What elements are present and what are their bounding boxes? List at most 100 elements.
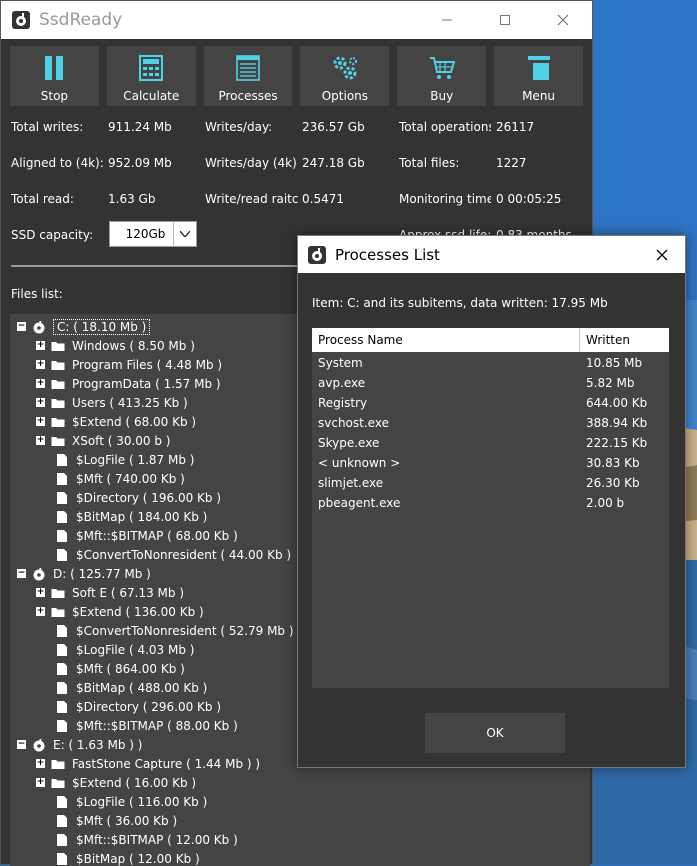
tree-node-label: $Mft::$BITMAP ( 68.00 Kb ) xyxy=(76,528,238,543)
maximize-button[interactable] xyxy=(476,1,534,39)
processes-table: Process Name Written System 10.85 Mb avp.e… xyxy=(312,328,669,688)
tree-node[interactable]: + $Extend ( 136.00 Kb ) xyxy=(36,602,204,621)
expand-icon[interactable]: + xyxy=(36,607,45,616)
expand-icon[interactable]: + xyxy=(36,417,45,426)
tree-node[interactable]: + Program Files ( 4.48 Mb ) xyxy=(36,355,222,374)
writes-day-4k-value: 247.18 Gb xyxy=(302,156,365,170)
total-read-label: Total read: xyxy=(11,192,74,206)
options-button[interactable]: Options xyxy=(300,46,390,106)
file-icon xyxy=(57,795,67,808)
tree-node[interactable]: + XSoft ( 30.00 b ) xyxy=(36,431,171,450)
tree-node[interactable]: − D: ( 125.77 Mb ) xyxy=(17,564,151,583)
tree-node-label: $Extend ( 136.00 Kb ) xyxy=(72,604,204,619)
tree-node[interactable]: $Mft::$BITMAP ( 68.00 Kb ) xyxy=(55,526,238,545)
tree-node[interactable]: − C: ( 18.10 Mb ) xyxy=(17,317,151,336)
column-process-name[interactable]: Process Name xyxy=(312,328,580,352)
tree-node[interactable]: + Users ( 413.25 Kb ) xyxy=(36,393,188,412)
table-row[interactable]: slimjet.exe 26.30 Kb xyxy=(312,473,669,493)
tree-node[interactable]: $BitMap ( 488.00 Kb ) xyxy=(55,678,207,697)
tree-node[interactable]: + $Extend ( 68.00 Kb ) xyxy=(36,412,196,431)
tree-node[interactable]: $ConvertToNonresident ( 52.79 Mb ) xyxy=(55,621,294,640)
processes-button[interactable]: Processes xyxy=(203,46,293,106)
ok-button[interactable]: OK xyxy=(425,713,565,753)
table-row[interactable]: avp.exe 5.82 Mb xyxy=(312,373,669,393)
tree-node-label: $BitMap ( 184.00 Kb ) xyxy=(76,509,208,524)
expand-icon[interactable]: + xyxy=(36,398,45,407)
tree-node[interactable]: $Mft::$BITMAP ( 88.00 Kb ) xyxy=(55,716,238,735)
stop-button[interactable]: Stop xyxy=(10,46,99,106)
tree-node[interactable]: + $Extend ( 16.00 Kb ) xyxy=(36,773,196,792)
collapse-icon[interactable]: − xyxy=(17,322,26,331)
collapse-icon[interactable]: − xyxy=(17,569,26,578)
menu-icon xyxy=(527,56,550,80)
process-name: slimjet.exe xyxy=(318,476,384,490)
expand-icon[interactable]: + xyxy=(36,588,45,597)
tree-node[interactable]: $LogFile ( 1.87 Mb ) xyxy=(55,450,194,469)
folder-icon xyxy=(51,341,65,351)
title-bar[interactable]: SsdReady xyxy=(1,1,592,39)
table-row[interactable]: pbeagent.exe 2.00 b xyxy=(312,493,669,513)
tree-node-label: Soft E ( 67.13 Mb ) xyxy=(72,585,185,600)
calculate-button[interactable]: Calculate xyxy=(106,46,196,106)
total-read-value: 1.63 Gb xyxy=(108,192,156,206)
tree-node[interactable]: $Mft ( 740.00 Kb ) xyxy=(55,469,185,488)
writes-day-value: 236.57 Gb xyxy=(302,120,365,134)
aligned-label: Aligned to (4k): xyxy=(11,156,104,170)
tree-node-label: $ConvertToNonresident ( 52.79 Mb ) xyxy=(76,623,294,638)
collapse-icon[interactable]: − xyxy=(17,740,26,749)
tree-node[interactable]: − E: ( 1.63 Mb ) ) xyxy=(17,735,142,754)
tree-node[interactable]: $LogFile ( 4.03 Mb ) xyxy=(55,640,194,659)
tree-node[interactable]: $ConvertToNonresident ( 44.00 Kb ) xyxy=(55,545,291,564)
tree-node[interactable]: $BitMap ( 12.00 Kb ) xyxy=(55,849,200,866)
table-row[interactable]: Skype.exe 222.15 Kb xyxy=(312,433,669,453)
process-name: svchost.exe xyxy=(318,416,389,430)
monitoring-time-value: 0 00:05:25 xyxy=(496,192,562,206)
expand-icon[interactable]: + xyxy=(36,360,45,369)
tree-node[interactable]: $Mft ( 36.00 Kb ) xyxy=(55,811,177,830)
tree-node-label: E: ( 1.63 Mb ) ) xyxy=(53,737,143,752)
total-operations-value: 26117 xyxy=(496,120,535,134)
expand-icon[interactable]: + xyxy=(36,759,45,768)
file-icon xyxy=(57,814,67,827)
table-row[interactable]: System 10.85 Mb xyxy=(312,353,669,373)
writes-day-4k-label: Writes/day (4k) xyxy=(205,156,297,170)
process-written: 26.30 Kb xyxy=(586,476,640,490)
tree-node[interactable]: $Directory ( 196.00 Kb ) xyxy=(55,488,221,507)
tree-node[interactable]: + Soft E ( 67.13 Mb ) xyxy=(36,583,184,602)
folder-icon xyxy=(51,436,65,446)
dialog-close-button[interactable] xyxy=(639,236,685,273)
process-name: avp.exe xyxy=(318,376,366,390)
tree-node-label: Windows ( 8.50 Mb ) xyxy=(72,338,195,353)
tree-node-label: $LogFile ( 1.87 Mb ) xyxy=(76,452,195,467)
writes-day-label: Writes/day: xyxy=(205,120,273,134)
dialog-title-bar[interactable]: Processes List xyxy=(298,236,685,273)
tree-node[interactable]: + Windows ( 8.50 Mb ) xyxy=(36,336,195,355)
drive-icon xyxy=(33,738,45,751)
table-row[interactable]: < unknown > 30.83 Kb xyxy=(312,453,669,473)
processes-dialog: Processes List Item: C: and its subitems… xyxy=(297,235,686,768)
column-written[interactable]: Written xyxy=(580,328,669,352)
table-row[interactable]: svchost.exe 388.94 Kb xyxy=(312,413,669,433)
tree-node-label: $Mft ( 740.00 Kb ) xyxy=(76,471,185,486)
minimize-button[interactable] xyxy=(418,1,476,39)
tree-node[interactable]: $LogFile ( 116.00 Kb ) xyxy=(55,792,207,811)
buy-button[interactable]: Buy xyxy=(397,46,487,106)
tree-node[interactable]: $Mft ( 864.00 Kb ) xyxy=(55,659,185,678)
expand-icon[interactable]: + xyxy=(36,778,45,787)
tree-node[interactable]: $BitMap ( 184.00 Kb ) xyxy=(55,507,207,526)
tree-node[interactable]: + FastStone Capture ( 1.44 Mb ) ) xyxy=(36,754,260,773)
tree-node[interactable]: $Mft::$BITMAP ( 12.00 Kb ) xyxy=(55,830,238,849)
close-button[interactable] xyxy=(534,1,592,39)
expand-icon[interactable]: + xyxy=(36,436,45,445)
total-writes-label: Total writes: xyxy=(11,120,84,134)
gears-icon xyxy=(333,56,357,80)
stop-label: Stop xyxy=(40,89,69,103)
tree-node[interactable]: $Directory ( 296.00 Kb ) xyxy=(55,697,221,716)
table-row[interactable]: Registry 644.00 Kb xyxy=(312,393,669,413)
dialog-title: Processes List xyxy=(335,245,440,264)
expand-icon[interactable]: + xyxy=(36,379,45,388)
ssd-capacity-select[interactable]: 120Gb xyxy=(109,221,197,247)
expand-icon[interactable]: + xyxy=(36,341,45,350)
menu-button[interactable]: Menu xyxy=(494,46,583,106)
tree-node[interactable]: + ProgramData ( 1.57 Mb ) xyxy=(36,374,221,393)
